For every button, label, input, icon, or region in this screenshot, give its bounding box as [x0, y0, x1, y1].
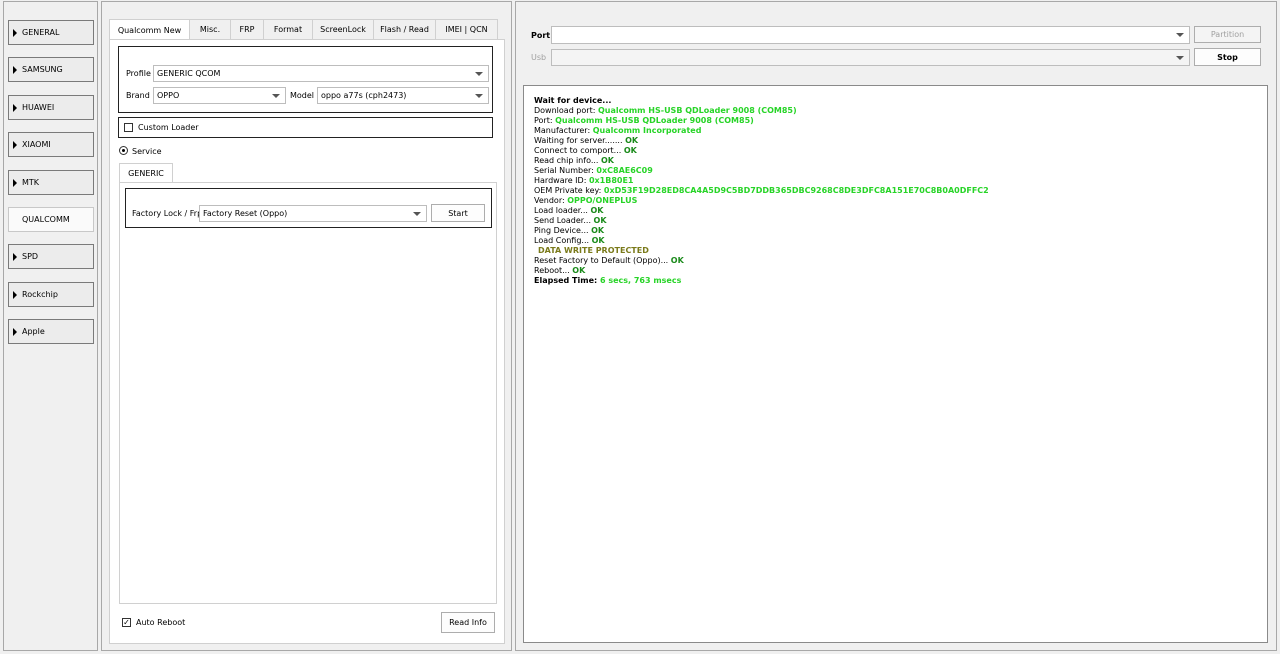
log-line: DATA WRITE PROTECTED: [538, 246, 649, 255]
log-line: Connect to comport... OK: [534, 146, 637, 155]
custom-loader-label: Custom Loader: [138, 123, 199, 132]
nav-button-apple[interactable]: Apple: [8, 319, 94, 344]
log-line: Hardware ID: 0x1B80E1: [534, 176, 634, 185]
tab-screenlock[interactable]: ScreenLock: [312, 19, 374, 39]
log-panel: Port Partition Usb Stop Wait for device.…: [515, 1, 1277, 651]
nav-button-label: MTK: [22, 178, 40, 187]
nav-button-label: SAMSUNG: [22, 65, 63, 74]
nav-button-label: XIAOMI: [22, 140, 51, 149]
operation-tabs: Qualcomm New Misc. FRP Format ScreenLock…: [109, 19, 498, 40]
port-select[interactable]: [551, 26, 1190, 44]
nav-button-rockchip[interactable]: Rockchip: [8, 282, 94, 307]
chevron-down-icon: [475, 94, 483, 98]
log-line: OEM Private key: 0xD53F19D28ED8CA4A5D9C5…: [534, 186, 989, 195]
brand-select-value: OPPO: [157, 91, 180, 100]
nav-button-label: QUALCOMM: [22, 215, 70, 224]
log-line: Vendor: OPPO/ONEPLUS: [534, 196, 638, 205]
tab-format[interactable]: Format: [263, 19, 313, 39]
read-info-button[interactable]: Read Info: [441, 612, 495, 633]
output-log: Wait for device... Download port: Qualco…: [523, 85, 1268, 643]
nav-button-xiaomi[interactable]: XIAOMI: [8, 132, 94, 157]
device-selection-frame: Profile GENERIC QCOM Brand OPPO Model op…: [118, 46, 493, 113]
log-line: Load Config... OK: [534, 236, 605, 245]
partition-button[interactable]: Partition: [1194, 26, 1261, 43]
custom-loader-frame: Custom Loader: [118, 117, 493, 138]
usb-label: Usb: [531, 53, 547, 62]
nav-button-mtk[interactable]: MTK: [8, 170, 94, 195]
service-label: Service: [132, 147, 162, 156]
log-line: Port: Qualcomm HS-USB QDLoader 9008 (COM…: [534, 116, 754, 125]
chevron-down-icon: [413, 212, 421, 216]
factory-frp-frame: Factory Lock / Frp Factory Reset (Oppo) …: [125, 188, 492, 228]
chevron-down-icon: [1176, 56, 1184, 60]
profile-select-value: GENERIC QCOM: [157, 69, 221, 78]
log-line: Waiting for server....... OK: [534, 136, 639, 145]
play-arrow-icon: [13, 65, 17, 74]
service-radio[interactable]: [119, 146, 128, 155]
play-arrow-icon: [13, 327, 17, 336]
nav-button-label: HUAWEI: [22, 103, 55, 112]
log-line: Wait for device...: [534, 96, 612, 105]
generic-tab-body: Factory Lock / Frp Factory Reset (Oppo) …: [119, 182, 497, 604]
nav-button-spd[interactable]: SPD: [8, 244, 94, 269]
chevron-down-icon: [475, 72, 483, 76]
nav-button-general[interactable]: GENERAL: [8, 20, 94, 45]
nav-button-samsung[interactable]: SAMSUNG: [8, 57, 94, 82]
nav-button-label: Rockchip: [22, 290, 58, 299]
log-line: Load loader... OK: [534, 206, 604, 215]
log-line: Reboot... OK: [534, 266, 586, 275]
log-line: Manufacturer: Qualcomm Incorporated: [534, 126, 702, 135]
nav-button-label: SPD: [22, 252, 39, 261]
log-line: Ping Device... OK: [534, 226, 605, 235]
play-arrow-icon: [13, 252, 17, 261]
nav-button-label: Apple: [22, 327, 45, 336]
nav-button-label: GENERAL: [22, 28, 60, 37]
tab-qualcomm-new[interactable]: Qualcomm New: [109, 19, 190, 40]
model-select-value: oppo a77s (cph2473): [321, 91, 407, 100]
tab-flash-read[interactable]: Flash / Read: [373, 19, 436, 39]
brand-label: Brand: [126, 91, 150, 100]
play-arrow-icon: [13, 140, 17, 149]
custom-loader-checkbox[interactable]: [124, 123, 133, 132]
play-arrow-icon: [13, 28, 17, 37]
operations-panel: Qualcomm New Misc. FRP Format ScreenLock…: [101, 1, 512, 651]
play-arrow-icon: [13, 290, 17, 299]
chevron-down-icon: [272, 94, 280, 98]
tab-misc[interactable]: Misc.: [189, 19, 231, 39]
profile-label: Profile: [126, 69, 151, 78]
factory-reset-value: Factory Reset (Oppo): [203, 209, 288, 218]
usb-select[interactable]: [551, 49, 1190, 66]
port-label: Port: [531, 31, 551, 40]
log-line: Reset Factory to Default (Oppo)... OK: [534, 256, 684, 265]
auto-reboot-checkbox[interactable]: ✓: [122, 618, 131, 627]
factory-reset-select[interactable]: Factory Reset (Oppo): [199, 205, 427, 222]
factory-lock-label: Factory Lock / Frp: [132, 209, 203, 218]
model-select[interactable]: oppo a77s (cph2473): [317, 87, 489, 104]
nav-button-qualcomm[interactable]: QUALCOMM: [8, 207, 94, 232]
tab-imei-qcn[interactable]: IMEI | QCN: [435, 19, 498, 39]
qualcomm-new-tab-body: Profile GENERIC QCOM Brand OPPO Model op…: [109, 39, 505, 644]
log-line: Read chip info... OK: [534, 156, 614, 165]
log-line: Download port: Qualcomm HS-USB QDLoader …: [534, 106, 797, 115]
start-button[interactable]: Start: [431, 204, 485, 222]
stop-button[interactable]: Stop: [1194, 48, 1261, 66]
chevron-down-icon: [1176, 33, 1184, 37]
tab-generic[interactable]: GENERIC: [119, 163, 173, 182]
log-line: Elapsed Time: 6 secs, 763 msecs: [534, 276, 682, 285]
tab-frp[interactable]: FRP: [230, 19, 264, 39]
model-label: Model: [290, 91, 315, 100]
nav-button-huawei[interactable]: HUAWEI: [8, 95, 94, 120]
play-arrow-icon: [13, 103, 17, 112]
brand-select[interactable]: OPPO: [153, 87, 286, 104]
profile-select[interactable]: GENERIC QCOM: [153, 65, 489, 82]
play-arrow-icon: [13, 178, 17, 187]
auto-reboot-label: Auto Reboot: [136, 618, 186, 627]
brand-nav-panel: GENERAL SAMSUNG HUAWEI XIAOMI MTK QUALCO…: [3, 1, 98, 651]
log-line: Serial Number: 0xC8AE6C09: [534, 166, 653, 175]
log-line: Send Loader... OK: [534, 216, 607, 225]
